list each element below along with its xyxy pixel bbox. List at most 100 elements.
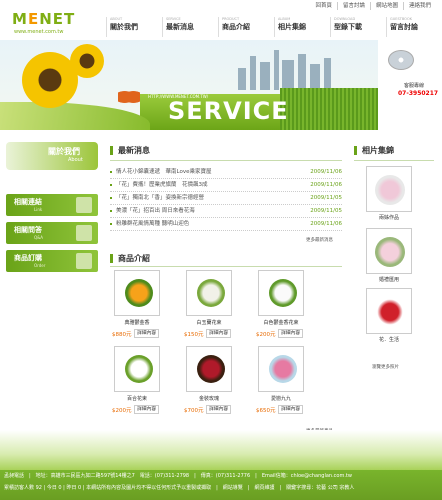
product-price: $650元 [256,408,276,414]
product-name: 愛戀九九 [270,396,291,402]
news-item-title: 情人花小錦囊速遞 華南Love乘家寶屋 [116,169,212,175]
news-item[interactable]: 「花」獨南北「香」姿換新宗德經營 2009/11/05 [110,192,342,205]
nav-products-label: 商品介紹 [222,23,250,31]
sidebar-button-label: 相關問答 [14,226,42,234]
album-photo[interactable] [366,288,412,334]
butterfly-icon [118,88,140,106]
news-item-title: 美濃「花」招百出 周日來看花海 [116,208,195,214]
product-image[interactable] [258,346,304,392]
album-more-link[interactable]: 瀏覽更多照片 [372,364,399,370]
sidebar-button-links[interactable]: 相關連結 Link [6,194,98,216]
product-card[interactable]: 金裝玫瑰 $700元 詳細內容 [182,346,242,414]
news-item-title: 「花」費攜！歷業虎旗蘭 花價飆3成 [116,182,208,188]
nav-guestbook[interactable]: GUESTBOOK 留言討論 [386,17,442,37]
news-item-title: 「花」獨南北「香」姿換新宗德經營 [116,195,205,201]
nav-album[interactable]: ALBUM 相片集錦 [274,17,330,37]
footer-grass-image [0,430,442,470]
sidebar-button-sub: Order [34,263,46,268]
news-divider [110,160,342,161]
cart-icon [76,253,92,269]
product-name: 白色鬱金香花束 [263,320,299,326]
product-detail-button[interactable]: 詳細內容 [278,405,304,414]
album-caption: 花．生活 [378,337,399,343]
main-nav: ABOUT 關於我們 SERVICE 最新消息 PRODUCT 商品介紹 ALBUM 相… [106,17,442,37]
top-link-sitemap[interactable]: 網站地圖 [369,2,403,10]
green-field-image [280,88,380,130]
news-item-date: 2009/11/06 [310,169,342,175]
footer-contact-line: 孟昶電話 | 地址：高雄市三民區九如二路597號14樓之7 電話：(07)311… [4,473,352,479]
cd-icon [388,50,414,70]
bullet-icon [110,184,112,186]
news-item-title: 粉雕群花風情萬種 聽明山迎色 [116,221,190,227]
product-card[interactable]: 百合花束 $200元 詳細內容 [110,346,170,414]
top-links: 回首頁 留言討論 網站地圖 連絡我們 [310,2,436,10]
nav-about[interactable]: ABOUT 關於我們 [106,17,162,37]
album-photo[interactable] [366,166,412,212]
top-link-home[interactable]: 回首頁 [310,2,337,10]
product-detail-button[interactable]: 詳細內容 [278,329,304,338]
product-card[interactable]: 愛戀九九 $650元 詳細內容 [254,346,314,414]
news-item[interactable]: 粉雕群花風情萬種 聽明山迎色 2009/11/06 [110,218,342,231]
album-photo[interactable] [366,228,412,274]
product-card[interactable]: 典雅鬱金香 $880元 詳細內容 [110,270,170,338]
nav-products[interactable]: PRODUCT 商品介紹 [218,17,274,37]
logo[interactable]: MENET [12,10,75,28]
bullet-icon [110,197,112,199]
sidebar-button-sub: Q&A [34,235,44,240]
news-item-date: 2009/11/06 [310,182,342,188]
album-caption: 兩姊作品 [378,215,399,221]
product-card[interactable]: 白玉蘭花束 $150元 詳細內容 [182,270,242,338]
news-item[interactable]: 「花」費攜！歷業虎旗蘭 花價飆3成 2009/11/06 [110,179,342,192]
sidebar-button-sub: Link [34,207,43,212]
hero-banner: HTTP://WWW.MENET.COM.TW/ SERVICE [0,40,442,130]
top-link-contact[interactable]: 連絡我們 [402,2,436,10]
news-item[interactable]: 情人花小錦囊速遞 華南Love乘家寶屋 2009/11/06 [110,166,342,179]
product-image[interactable] [114,346,160,392]
news-more-link[interactable]: 更多最新消息 [306,237,333,243]
bullet-icon [110,171,112,173]
product-image[interactable] [114,270,160,316]
green-wave-decoration [0,102,150,130]
top-link-guestbook[interactable]: 留言討論 [336,2,370,10]
bullet-icon [110,210,112,212]
news-section-title: 最新消息 [110,146,150,155]
products-divider [110,266,342,267]
nav-news[interactable]: SERVICE 最新消息 [162,17,218,37]
footer-info-line: 累積訪客人數 92 | 今日 0 | 昨日 0 | 本網站所有內容及圖片均不得以… [4,485,355,491]
product-image[interactable] [258,270,304,316]
city-skyline-image [230,48,340,90]
about-subtitle: About [68,157,83,163]
product-detail-button[interactable]: 詳細內容 [134,405,160,414]
sidebar-button-label: 相關連結 [14,198,42,206]
product-detail-button[interactable]: 詳細內容 [206,329,232,338]
product-name: 金裝玫瑰 [198,396,219,402]
product-detail-button[interactable]: 詳細內容 [206,405,232,414]
bullet-icon [110,223,112,225]
products-section-title: 商品介紹 [110,254,150,263]
product-price: $880元 [112,332,132,338]
product-card[interactable]: 白色鬱金香花束 $200元 詳細內容 [254,270,314,338]
news-item-date: 2009/11/06 [310,221,342,227]
news-item-date: 2009/11/05 [310,208,342,214]
sidebar-button-qa[interactable]: 相關問答 Q&A [6,222,98,244]
product-price: $200元 [256,332,276,338]
nav-news-label: 最新消息 [166,23,194,31]
about-title: 關於我們 [48,147,80,156]
news-item[interactable]: 美濃「花」招百出 周日來看花海 2009/11/05 [110,205,342,218]
album-section-title: 相片集錦 [354,146,394,155]
product-detail-button[interactable]: 詳細內容 [134,329,160,338]
nav-guestbook-label: 留言討論 [390,23,418,31]
sunflower-small-icon [70,44,104,78]
product-image[interactable] [186,346,232,392]
hotline-number: 07-3950217 [398,90,439,97]
product-image[interactable] [186,270,232,316]
product-price: $700元 [184,408,204,414]
sidebar-button-label: 商品訂購 [14,254,42,262]
nav-download[interactable]: DOWNLOAD 型錄下載 [330,17,386,37]
sidebar-button-order[interactable]: 商品訂購 Order [6,250,98,272]
hotline-label: 客服專線 [404,83,425,89]
headset-icon [76,225,92,241]
product-name: 百合花束 [126,396,147,402]
logo-url: www.menet.com.tw [14,29,64,35]
album-divider [354,160,434,161]
